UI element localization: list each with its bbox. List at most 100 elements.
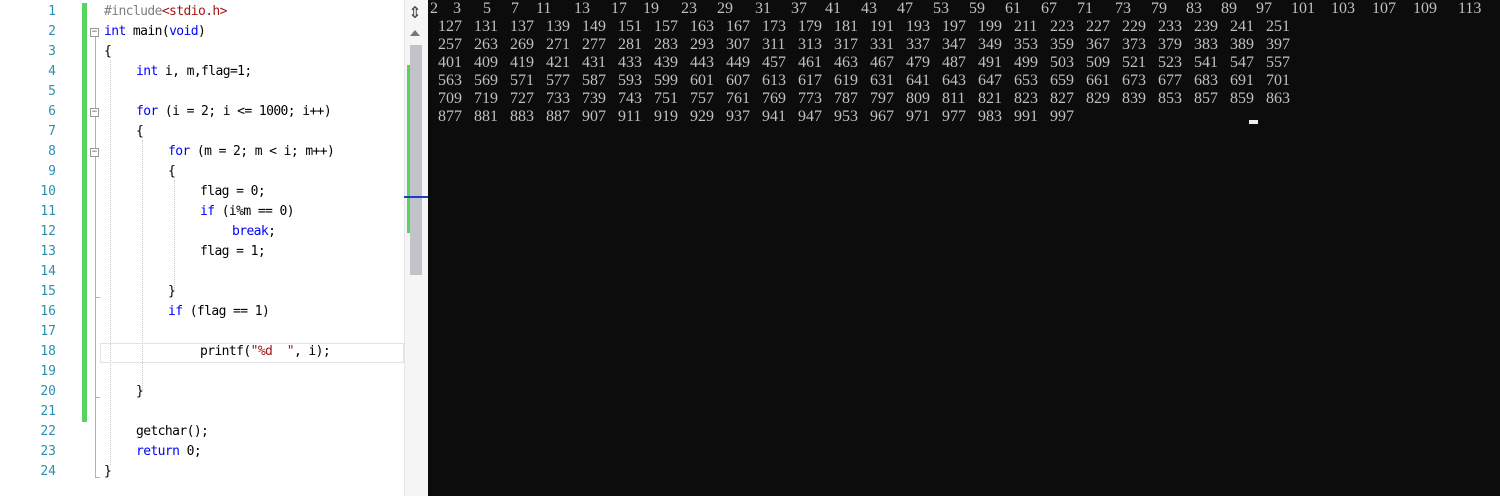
line-number: 13 bbox=[40, 244, 56, 259]
prime-number: 743 bbox=[618, 90, 642, 107]
prime-number: 41 bbox=[825, 0, 841, 17]
scrollbar-thumb[interactable] bbox=[410, 45, 422, 275]
prime-number: 773 bbox=[798, 90, 822, 107]
prime-number: 307 bbox=[726, 36, 750, 53]
prime-number: 461 bbox=[798, 54, 822, 71]
split-window-icon[interactable]: ⇕ bbox=[406, 4, 424, 22]
fold-collapse-icon-for-m[interactable]: − bbox=[90, 148, 99, 157]
code-line: if (flag == 1) bbox=[168, 304, 270, 319]
code-line: for (m = 2; m < i; m++) bbox=[168, 144, 335, 159]
prime-number: 137 bbox=[510, 18, 534, 35]
prime-number: 683 bbox=[1194, 72, 1218, 89]
prime-number: 103 bbox=[1331, 0, 1355, 17]
console-output-line: 401 409 419 421 431 433 439 443 449 457 461 463 467 4… bbox=[428, 54, 1500, 72]
prime-number: 659 bbox=[1050, 72, 1074, 89]
prime-number: 37 bbox=[791, 0, 807, 17]
code-line: printf("%d ", i); bbox=[200, 344, 331, 359]
code-line: flag = 1; bbox=[200, 244, 266, 259]
line-number: 11 bbox=[40, 204, 56, 219]
prime-number: 977 bbox=[942, 108, 966, 125]
prime-number: 191 bbox=[870, 18, 894, 35]
line-number: 16 bbox=[40, 304, 56, 319]
fold-collapse-icon-for-i[interactable]: − bbox=[90, 108, 99, 117]
prime-number: 991 bbox=[1014, 108, 1038, 125]
console-output-line: 563 569 571 577 587 593 599 601 607 613 617 619 631 6… bbox=[428, 72, 1500, 90]
prime-number: 157 bbox=[654, 18, 678, 35]
prime-number: 853 bbox=[1158, 90, 1182, 107]
prime-number: 101 bbox=[1291, 0, 1315, 17]
prime-number: 109 bbox=[1413, 0, 1437, 17]
prime-number: 613 bbox=[762, 72, 786, 89]
prime-number: 337 bbox=[906, 36, 930, 53]
prime-number: 269 bbox=[510, 36, 534, 53]
code-text-area[interactable]: #include<stdio.h> int main(void) {int i, m… bbox=[104, 0, 404, 496]
prime-number: 509 bbox=[1086, 54, 1110, 71]
prime-number: 149 bbox=[582, 18, 606, 35]
prime-number: 487 bbox=[942, 54, 966, 71]
code-editor[interactable]: − − − 1 2 3 4 5 6 7 8 9 10 11 12 13 14 1… bbox=[0, 0, 428, 496]
scroll-up-arrow-icon[interactable] bbox=[410, 30, 420, 36]
prime-number: 677 bbox=[1158, 72, 1182, 89]
prime-number: 53 bbox=[933, 0, 949, 17]
prime-number: 641 bbox=[906, 72, 930, 89]
prime-number: 631 bbox=[870, 72, 894, 89]
prime-number: 181 bbox=[834, 18, 858, 35]
fold-collapse-icon-main[interactable]: − bbox=[90, 28, 99, 37]
prime-number: 19 bbox=[643, 0, 659, 17]
prime-number: 563 bbox=[438, 72, 462, 89]
prime-number: 571 bbox=[510, 72, 534, 89]
prime-number: 821 bbox=[978, 90, 1002, 107]
prime-number: 647 bbox=[978, 72, 1002, 89]
line-number: 20 bbox=[40, 384, 56, 399]
prime-number: 541 bbox=[1194, 54, 1218, 71]
line-number: 14 bbox=[40, 264, 56, 279]
prime-number: 179 bbox=[798, 18, 822, 35]
prime-number: 199 bbox=[978, 18, 1002, 35]
prime-number: 431 bbox=[582, 54, 606, 71]
code-line: } bbox=[136, 384, 144, 399]
prime-number: 503 bbox=[1050, 54, 1074, 71]
prime-number: 877 bbox=[438, 108, 462, 125]
line-number: 17 bbox=[40, 324, 56, 339]
prime-number: 947 bbox=[798, 108, 822, 125]
prime-number: 883 bbox=[510, 108, 534, 125]
prime-number: 617 bbox=[798, 72, 822, 89]
prime-number: 797 bbox=[870, 90, 894, 107]
prime-number: 839 bbox=[1122, 90, 1146, 107]
code-line: if (i%m == 0) bbox=[200, 204, 295, 219]
code-line: break; bbox=[232, 224, 276, 239]
prime-number: 577 bbox=[546, 72, 570, 89]
console-output-line: 877 881 883 887 907 911 919 929 937 941 947 953 967 9… bbox=[428, 108, 1500, 126]
prime-number: 263 bbox=[474, 36, 498, 53]
prime-number: 457 bbox=[762, 54, 786, 71]
prime-number: 17 bbox=[611, 0, 627, 17]
fold-line-for-i-head bbox=[95, 117, 96, 137]
prime-number: 349 bbox=[978, 36, 1002, 53]
prime-number: 761 bbox=[726, 90, 750, 107]
prime-number: 733 bbox=[546, 90, 570, 107]
fold-end-for-i bbox=[95, 397, 100, 398]
code-line: } bbox=[168, 284, 176, 299]
prime-number: 751 bbox=[654, 90, 678, 107]
prime-number: 13 bbox=[574, 0, 590, 17]
prime-number: 929 bbox=[690, 108, 714, 125]
prime-number: 47 bbox=[897, 0, 913, 17]
prime-number: 293 bbox=[690, 36, 714, 53]
prime-number: 887 bbox=[546, 108, 570, 125]
console-cursor bbox=[1249, 120, 1258, 124]
console-output-window[interactable]: 2 3 5 7 11 13 17 19 23 29 31 37 41 43 47 53 59 61 67 71 73 79… bbox=[428, 0, 1500, 496]
code-line: int i, m,flag=1; bbox=[136, 64, 252, 79]
prime-number: 521 bbox=[1122, 54, 1146, 71]
prime-number: 359 bbox=[1050, 36, 1074, 53]
prime-number: 71 bbox=[1077, 0, 1093, 17]
prime-number: 7 bbox=[511, 0, 519, 17]
code-line: { bbox=[104, 44, 112, 59]
prime-number: 211 bbox=[1014, 18, 1038, 35]
prime-number: 433 bbox=[618, 54, 642, 71]
prime-number: 827 bbox=[1050, 90, 1074, 107]
line-number: 10 bbox=[40, 184, 56, 199]
prime-number: 167 bbox=[726, 18, 750, 35]
prime-number: 607 bbox=[726, 72, 750, 89]
fold-end-main bbox=[95, 477, 100, 478]
prime-number: 397 bbox=[1266, 36, 1290, 53]
